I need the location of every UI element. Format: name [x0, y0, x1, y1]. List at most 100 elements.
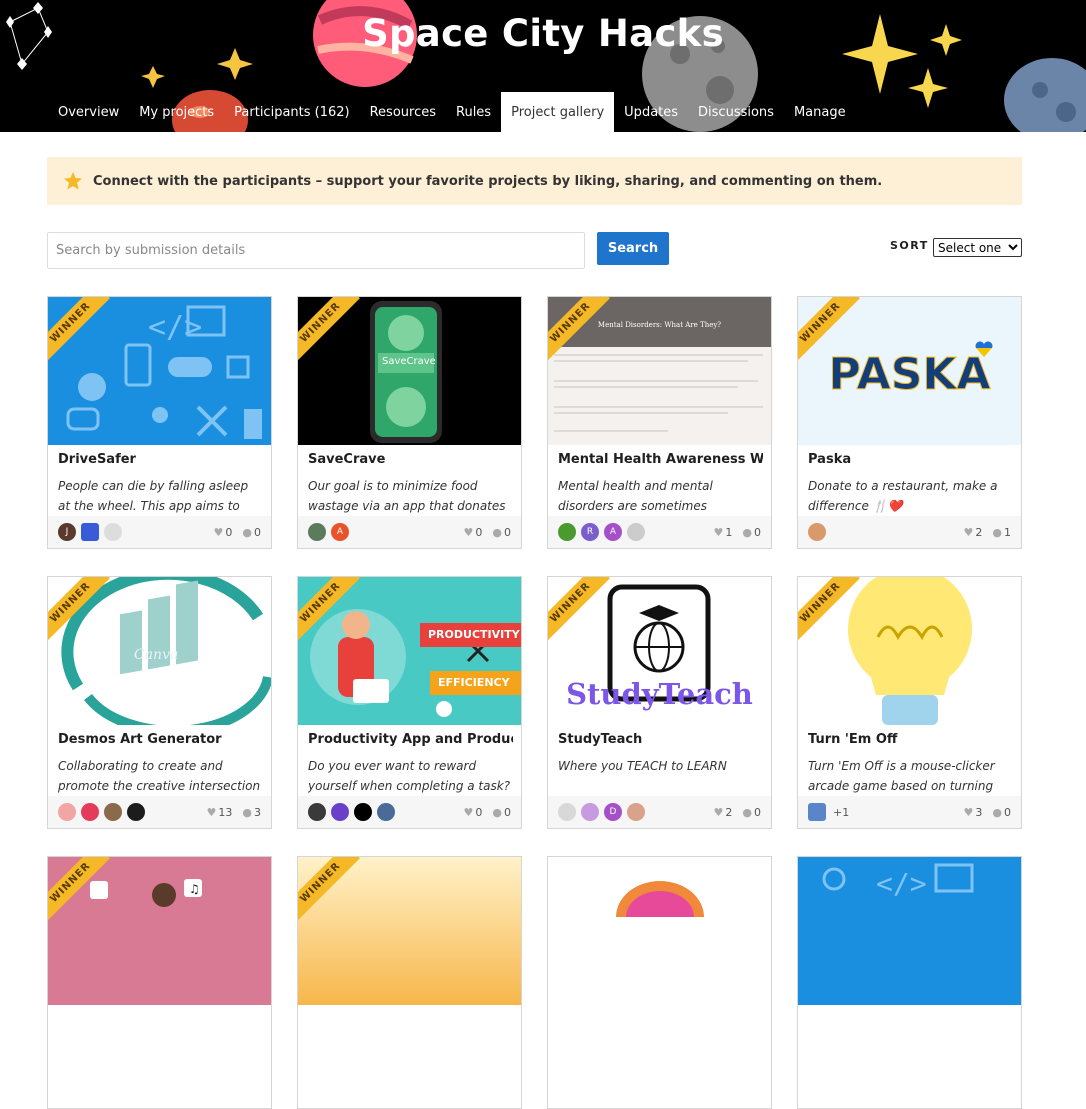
- tab-my-projects[interactable]: My projects: [129, 92, 224, 132]
- avatar[interactable]: R: [581, 523, 599, 541]
- avatar[interactable]: [377, 803, 395, 821]
- avatar[interactable]: [308, 803, 326, 821]
- svg-text:</>: </>: [876, 867, 927, 900]
- info-banner: Connect with the participants – support …: [47, 157, 1022, 205]
- project-title[interactable]: Mental Health Awareness Webs: [558, 452, 763, 467]
- heart-icon: ♥: [463, 525, 474, 539]
- project-stats: ♥ 1 ● 0: [704, 516, 761, 548]
- tab-updates[interactable]: Updates: [614, 92, 688, 132]
- project-description: Where you TEACH to LEARN: [558, 759, 727, 773]
- tab-manage[interactable]: Manage: [784, 92, 856, 132]
- avatar[interactable]: J: [58, 523, 76, 541]
- avatar[interactable]: A: [604, 523, 622, 541]
- comments-count: 0: [754, 805, 761, 819]
- sort-label: SORT: [890, 239, 929, 252]
- search-button[interactable]: Search: [597, 232, 669, 265]
- project-card[interactable]: StudyTeach WINNER StudyTeach Where you T…: [547, 576, 772, 829]
- heart-icon: ♥: [206, 805, 217, 819]
- project-title[interactable]: DriveSafer: [58, 452, 263, 467]
- project-title[interactable]: Desmos Art Generator: [58, 732, 263, 747]
- project-description: Donate to a restaurant, make a differenc…: [808, 479, 998, 513]
- project-card[interactable]: WINNER Turn 'Em Off Turn 'Em Off is a mo…: [797, 576, 1022, 829]
- project-title[interactable]: Paska: [808, 452, 1013, 467]
- project-description: Our goal is to minimize food wastage via…: [308, 479, 506, 513]
- project-title[interactable]: Turn 'Em Off: [808, 732, 1013, 747]
- card-footer: ♥ 13 ● 3: [48, 796, 271, 828]
- comments-count: 3: [254, 805, 261, 819]
- comments-count: 0: [1004, 805, 1011, 819]
- heart-flag-icon: [975, 341, 993, 357]
- image-banner-bottom: EFFICIENCY: [430, 671, 521, 695]
- project-description: Collaborating to create and promote the …: [58, 759, 261, 793]
- project-card[interactable]: WINNER: [297, 856, 522, 1109]
- heart-icon: ♥: [213, 525, 224, 539]
- avatar[interactable]: [127, 803, 145, 821]
- project-thumbnail: [548, 857, 771, 1005]
- comment-icon: ●: [492, 525, 502, 539]
- project-card[interactable]: Mental Disorders: What Are They? WINNER …: [547, 296, 772, 549]
- avatar[interactable]: [627, 803, 645, 821]
- project-card[interactable]: [547, 856, 772, 1109]
- comments-count: 0: [504, 805, 511, 819]
- pixel-donut-image: [616, 881, 704, 953]
- project-card[interactable]: ♫ WINNER: [47, 856, 272, 1109]
- project-card[interactable]: PASKA WINNER Paska Donate to a restauran…: [797, 296, 1022, 549]
- avatar[interactable]: [81, 803, 99, 821]
- likes-count: 3: [975, 805, 983, 819]
- avatar[interactable]: [354, 803, 372, 821]
- tab-resources[interactable]: Resources: [360, 92, 446, 132]
- avatar[interactable]: [808, 803, 826, 821]
- asteroid-decoration: [1004, 58, 1086, 132]
- image-logo-text: StudyTeach: [566, 677, 753, 711]
- comments-count: 0: [504, 525, 511, 539]
- project-stats: ♥ 2 ● 1: [954, 516, 1011, 548]
- avatar[interactable]: D: [604, 803, 622, 821]
- avatar[interactable]: [808, 523, 826, 541]
- likes-count: 2: [725, 805, 733, 819]
- sort-select[interactable]: Select one: [933, 238, 1022, 257]
- avatar[interactable]: [81, 523, 99, 541]
- avatar[interactable]: [104, 803, 122, 821]
- comment-icon: ●: [492, 805, 502, 819]
- tab-participants[interactable]: Participants (162): [224, 92, 359, 132]
- project-card[interactable]: PRODUCTIVITY EFFICIENCY WINNER Productiv…: [297, 576, 522, 829]
- project-title[interactable]: StudyTeach: [558, 732, 763, 747]
- comment-icon: ●: [742, 525, 752, 539]
- project-stats: ♥ 0 ● 0: [454, 516, 511, 548]
- heart-icon: ♥: [713, 805, 724, 819]
- tab-rules[interactable]: Rules: [446, 92, 501, 132]
- tab-discussions[interactable]: Discussions: [688, 92, 784, 132]
- likes-count: 0: [475, 525, 483, 539]
- avatar[interactable]: [308, 523, 326, 541]
- avatar[interactable]: [627, 523, 645, 541]
- comment-icon: ●: [992, 805, 1002, 819]
- card-footer: +1 ♥ 3 ● 0: [798, 796, 1021, 828]
- heart-icon: ♥: [963, 805, 974, 819]
- card-footer: D ♥ 2 ● 0: [548, 796, 771, 828]
- project-stats: ♥ 0 ● 0: [204, 516, 261, 548]
- project-title[interactable]: Productivity App and Productiv: [308, 732, 513, 747]
- project-card[interactable]: Canva WINNER Desmos Art Generator Collab…: [47, 576, 272, 829]
- avatar[interactable]: A: [331, 523, 349, 541]
- project-stats: ♥ 0 ● 0: [454, 796, 511, 828]
- card-footer: J ♥ 0 ● 0: [48, 516, 271, 548]
- tab-overview[interactable]: Overview: [48, 92, 129, 132]
- tab-project-gallery[interactable]: Project gallery: [501, 92, 615, 132]
- search-input[interactable]: [47, 232, 585, 269]
- avatar[interactable]: [558, 523, 576, 541]
- avatar[interactable]: [104, 523, 122, 541]
- comments-count: 1: [1004, 525, 1011, 539]
- avatar[interactable]: [331, 803, 349, 821]
- project-description: Turn 'Em Off is a mouse-clicker arcade g…: [808, 759, 995, 793]
- project-card[interactable]: </> WINNER DriveSafer People can die by …: [47, 296, 272, 549]
- project-card[interactable]: </>: [797, 856, 1022, 1109]
- project-card[interactable]: SaveCrave WINNER SaveCrave Our goal is t…: [297, 296, 522, 549]
- comment-icon: ●: [242, 805, 252, 819]
- comments-count: 0: [754, 525, 761, 539]
- avatar[interactable]: [558, 803, 576, 821]
- avatar[interactable]: [581, 803, 599, 821]
- project-title[interactable]: SaveCrave: [308, 452, 513, 467]
- avatar[interactable]: [58, 803, 76, 821]
- svg-text:</>: </>: [148, 310, 202, 345]
- more-members[interactable]: +1: [833, 806, 849, 819]
